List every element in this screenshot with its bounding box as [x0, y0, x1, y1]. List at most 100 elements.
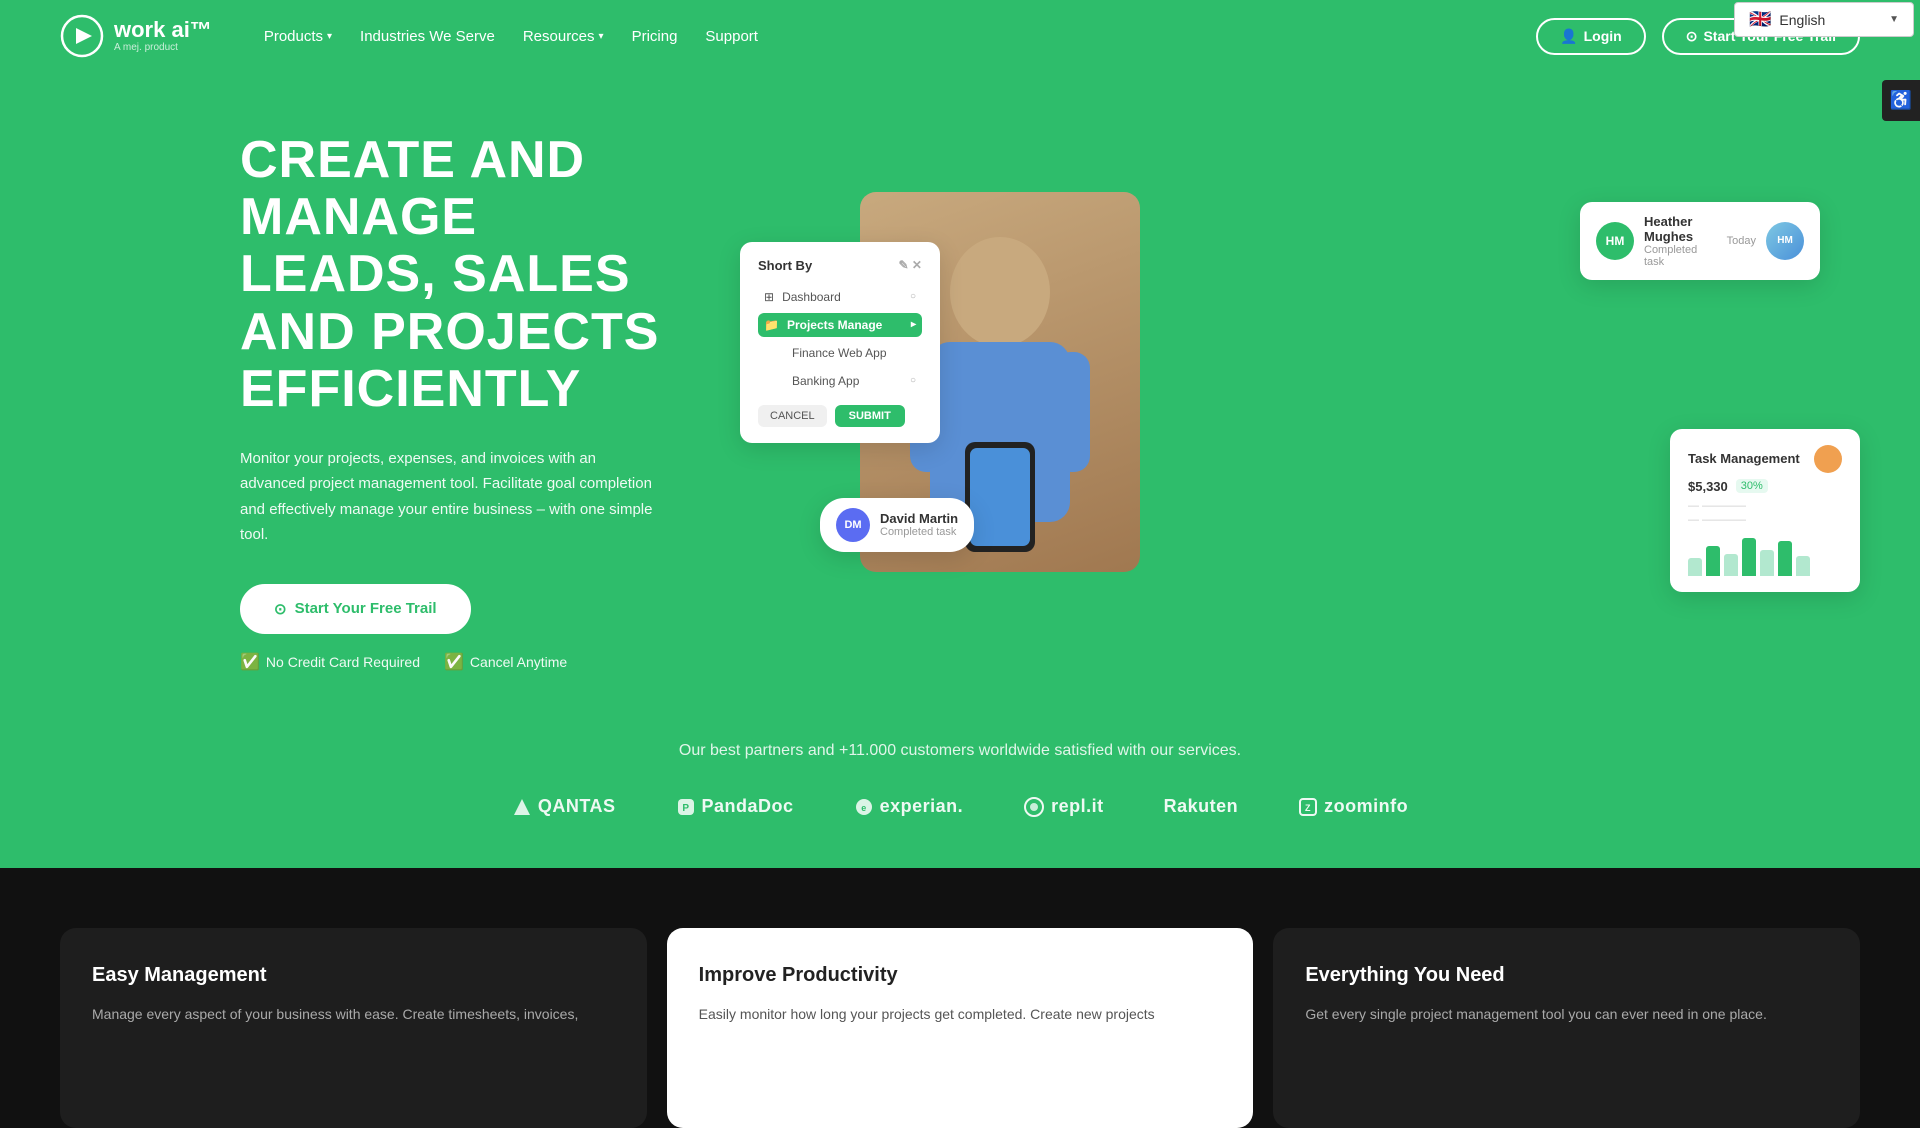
features-section: Easy Management Manage every aspect of y…: [0, 868, 1920, 1128]
experian-icon: e: [854, 797, 874, 817]
task-bar-3: [1724, 554, 1738, 576]
feature-desc-easy: Manage every aspect of your business wit…: [92, 1003, 615, 1025]
chevron-down-icon: ▼: [1889, 14, 1899, 25]
hero-content: CREATE AND MANAGE LEADS, SALES AND PROJE…: [240, 132, 660, 672]
david-avatar: DM: [836, 508, 870, 542]
hero-title: CREATE AND MANAGE LEADS, SALES AND PROJE…: [240, 132, 660, 418]
logo-icon: [60, 14, 104, 58]
feature-improve-productivity: Improve Productivity Easily monitor how …: [667, 928, 1254, 1128]
feature-title-easy: Easy Management: [92, 964, 615, 987]
task-bar-4: [1742, 538, 1756, 576]
david-status: Completed task: [880, 526, 958, 538]
circle-icon: ⊙: [274, 600, 287, 618]
nav-item-products[interactable]: Products ▾: [264, 28, 332, 45]
sort-subitem-banking[interactable]: Banking App ○: [786, 369, 922, 393]
task-line1: — ————: [1688, 500, 1842, 512]
user-icon: 👤: [1560, 28, 1577, 45]
heather-time: Today: [1727, 235, 1756, 247]
feature-desc-productivity: Easily monitor how long your projects ge…: [699, 1003, 1222, 1025]
heather-name: Heather Mughes: [1644, 214, 1717, 244]
task-bar-7: [1796, 556, 1810, 576]
feature-title-productivity: Improve Productivity: [699, 964, 1222, 987]
task-bar-chart: [1688, 536, 1842, 576]
language-label: English: [1779, 12, 1825, 28]
svg-text:Z: Z: [1305, 803, 1311, 813]
folder-icon: 📁: [764, 318, 779, 332]
nav-item-resources[interactable]: Resources ▾: [523, 28, 604, 45]
hero-badges: ✅ No Credit Card Required ✅ Cancel Anyti…: [240, 652, 660, 672]
sort-submit-button[interactable]: SUBMIT: [835, 405, 905, 427]
david-name: David Martin: [880, 511, 958, 526]
heather-avatar: HM: [1596, 222, 1634, 260]
replit-icon: [1023, 796, 1045, 818]
nav-item-support[interactable]: Support: [705, 28, 758, 45]
partner-replit: repl.it: [1023, 796, 1104, 818]
task-title: Task Management: [1688, 445, 1842, 473]
sort-by-title: Short By ✎ ✕: [758, 258, 922, 273]
sort-by-card: Short By ✎ ✕ ⊞ Dashboard ○ 📁 Projects Ma…: [740, 242, 940, 443]
task-avatar: [1814, 445, 1842, 473]
checkmark-icon: ✅: [444, 652, 464, 672]
pandadoc-icon: P: [676, 797, 696, 817]
chevron-down-icon: ▾: [327, 31, 332, 42]
partner-experian: e experian.: [854, 796, 964, 817]
feature-everything-you-need: Everything You Need Get every single pro…: [1273, 928, 1860, 1128]
partners-title: Our best partners and +11.000 customers …: [60, 742, 1860, 760]
hero-section: CREATE AND MANAGE LEADS, SALES AND PROJE…: [0, 72, 1920, 712]
sort-toggle: ○: [910, 291, 916, 302]
sort-cancel-button[interactable]: CANCEL: [758, 405, 827, 427]
navbar: work ai™ A mej. product Products ▾ Indus…: [0, 0, 1920, 72]
sort-by-buttons: CANCEL SUBMIT: [758, 405, 922, 427]
task-bar-2: [1706, 546, 1720, 576]
sort-item-projects[interactable]: 📁 Projects Manage ▸: [758, 313, 922, 337]
heather-photo: HM: [1766, 222, 1804, 260]
task-management-card: Task Management $5,330 30% — ———— — ————: [1670, 429, 1860, 592]
star-icon: ⊙: [1686, 28, 1698, 45]
david-card: DM David Martin Completed task: [820, 498, 974, 552]
feature-desc-everything: Get every single project management tool…: [1305, 1003, 1828, 1025]
sort-subitem-finance[interactable]: Finance Web App: [786, 341, 922, 365]
feature-easy-management: Easy Management Manage every aspect of y…: [60, 928, 647, 1128]
nav-item-pricing[interactable]: Pricing: [632, 28, 678, 45]
checkmark-icon: ✅: [240, 652, 260, 672]
heather-card: HM Heather Mughes Completed task Today H…: [1580, 202, 1820, 280]
chevron-down-icon: ▾: [599, 31, 604, 42]
svg-text:e: e: [861, 803, 867, 813]
partners-logos: QANTAS P PandaDoc e experian. repl.it Ra…: [60, 796, 1860, 818]
hero-trial-button[interactable]: ⊙ Start Your Free Trail: [240, 584, 471, 634]
task-bar-6: [1778, 541, 1792, 576]
svg-text:P: P: [682, 803, 689, 814]
sort-item-dashboard[interactable]: ⊞ Dashboard ○: [758, 285, 922, 309]
heather-info: Heather Mughes Completed task: [1644, 214, 1717, 268]
nav-links: Products ▾ Industries We Serve Resources…: [264, 28, 1504, 45]
sort-count: ○: [910, 375, 916, 386]
flag-icon: 🇬🇧: [1749, 9, 1771, 30]
partner-pandadoc: P PandaDoc: [676, 796, 794, 817]
task-percent: 30%: [1736, 479, 1768, 493]
logo-sub: A mej. product: [114, 42, 212, 53]
zoominfo-icon: Z: [1298, 797, 1318, 817]
sort-arrow: ▸: [911, 319, 916, 330]
feature-title-everything: Everything You Need: [1305, 964, 1828, 987]
login-button[interactable]: 👤 Login: [1536, 18, 1646, 55]
task-amount: $5,330: [1688, 479, 1728, 494]
hero-visual: Short By ✎ ✕ ⊞ Dashboard ○ 📁 Projects Ma…: [740, 192, 1860, 612]
qantas-icon: [512, 797, 532, 817]
logo-text: work ai™: [114, 17, 212, 42]
grid-icon: ⊞: [764, 290, 774, 304]
hero-description: Monitor your projects, expenses, and inv…: [240, 446, 660, 548]
david-info: David Martin Completed task: [880, 511, 958, 538]
badge-cancel-anytime: ✅ Cancel Anytime: [444, 652, 567, 672]
accessibility-button[interactable]: ♿: [1882, 80, 1920, 121]
badge-no-credit-card: ✅ No Credit Card Required: [240, 652, 420, 672]
task-line2: — ————: [1688, 514, 1842, 526]
logo[interactable]: work ai™ A mej. product: [60, 14, 212, 58]
task-bar-5: [1760, 550, 1774, 576]
task-bar-1: [1688, 558, 1702, 576]
nav-item-industries[interactable]: Industries We Serve: [360, 28, 495, 45]
edit-icon[interactable]: ✎ ✕: [899, 258, 922, 273]
heather-status: Completed task: [1644, 244, 1717, 268]
partner-rakuten: Rakuten: [1164, 796, 1239, 817]
language-selector[interactable]: 🇬🇧 English ▼: [1734, 2, 1914, 37]
partners-section: Our best partners and +11.000 customers …: [0, 712, 1920, 868]
